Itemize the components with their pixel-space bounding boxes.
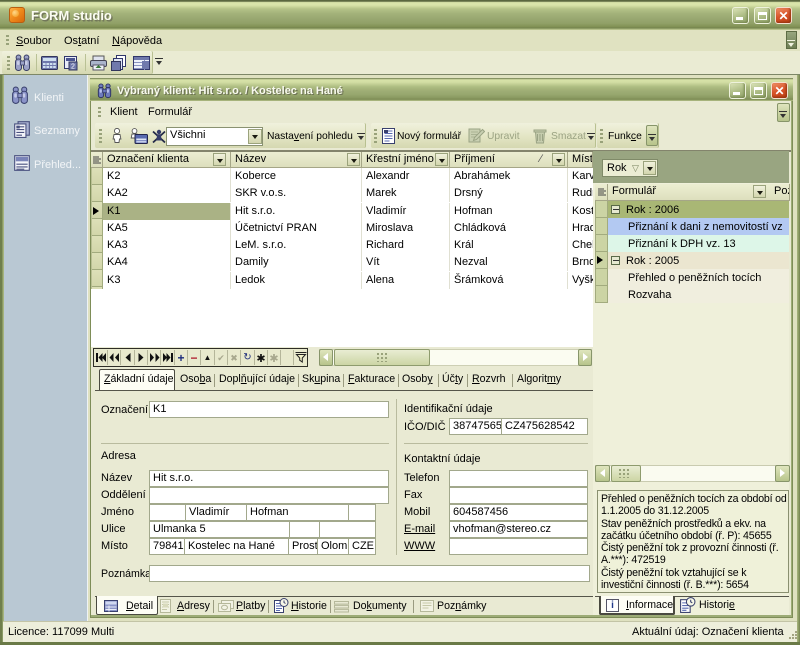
svg-text:2: 2 <box>71 64 75 71</box>
